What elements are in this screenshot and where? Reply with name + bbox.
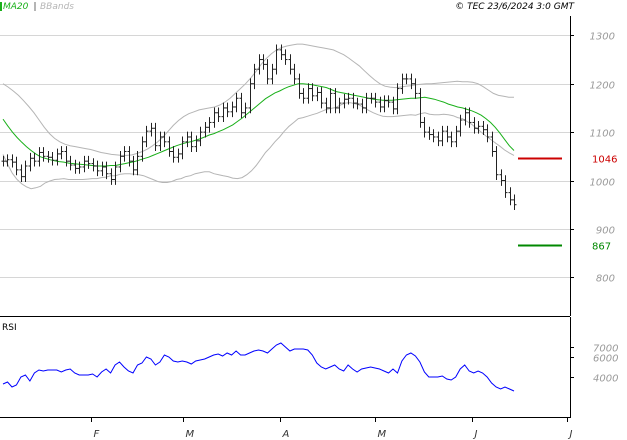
- rsi-tick-label-4000: 4000: [593, 374, 618, 385]
- y-tick-label-1200: 1200: [590, 81, 615, 92]
- x-tick-label-0: F: [94, 429, 100, 440]
- x-tick-label-3: M: [378, 429, 387, 440]
- ma20-legend-swatch: [0, 2, 2, 11]
- copyright-label: © TEC 23/6/2024 3:0 GMT: [455, 2, 575, 12]
- stock-chart: MA20 BBands © TEC 23/6/2024 3:0 GMT 800 9…: [0, 0, 627, 440]
- y-tick-label-1000: 1000: [590, 178, 615, 189]
- y-tick-label-1300: 1300: [590, 32, 615, 43]
- bbands-legend-label: BBands: [40, 2, 74, 12]
- y-tick-label-800: 800: [596, 274, 615, 285]
- level-label-867: 867: [592, 242, 611, 253]
- y-tick-label-1100: 1100: [590, 129, 615, 140]
- ma20-legend-label: MA20: [3, 2, 29, 12]
- rsi-tick-label-6000: 6000: [593, 354, 618, 365]
- rsi-title: RSI: [2, 323, 17, 333]
- x-tick-label-2: A: [282, 429, 290, 440]
- bbands-legend-swatch: [34, 2, 36, 11]
- y-tick-label-900: 900: [596, 226, 615, 237]
- level-label-1046: 1046: [592, 155, 617, 166]
- rsi-tick-label-7000: 7000: [593, 344, 618, 355]
- x-tick-label-1: M: [186, 429, 195, 440]
- chart-background: [0, 0, 627, 440]
